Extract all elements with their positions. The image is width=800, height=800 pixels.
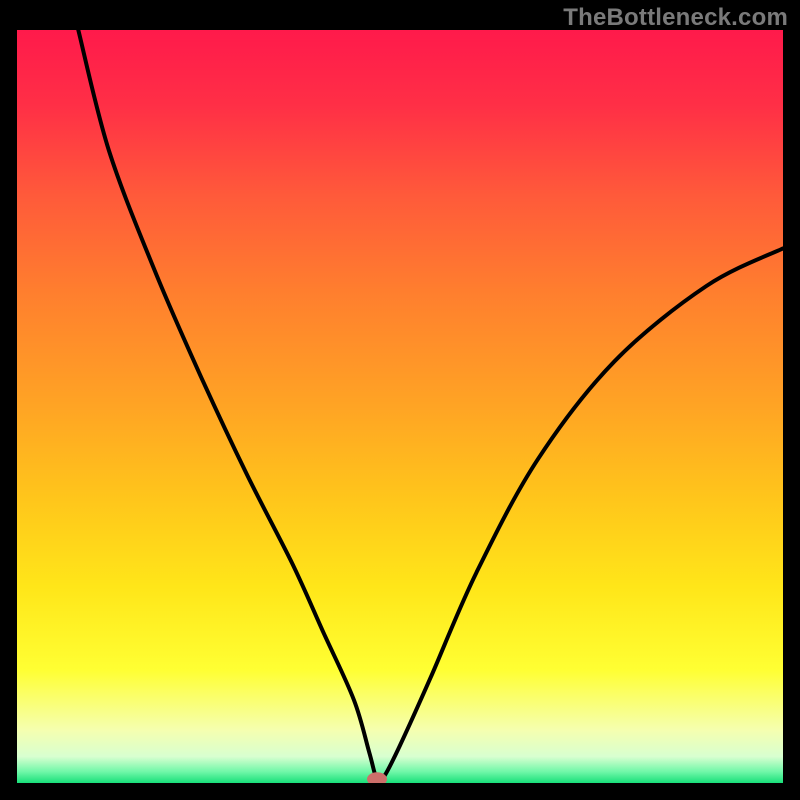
gradient-background <box>17 30 783 783</box>
chart-frame: TheBottleneck.com <box>0 0 800 800</box>
watermark-text: TheBottleneck.com <box>563 4 788 32</box>
bottleneck-chart <box>17 30 783 783</box>
